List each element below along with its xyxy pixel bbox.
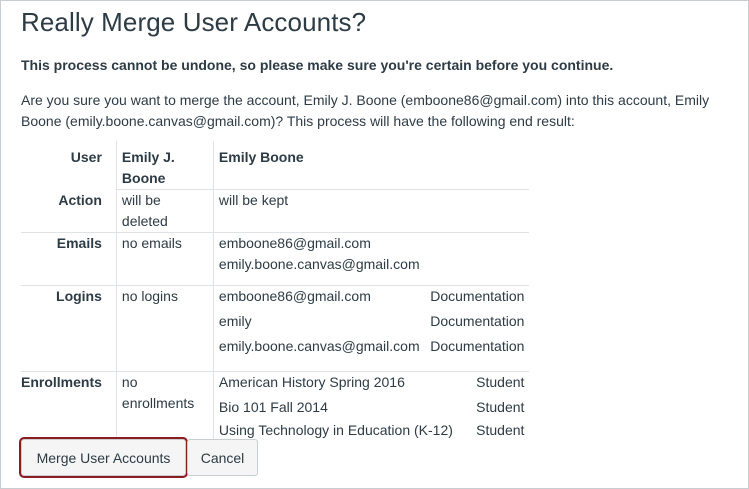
enrollment-item: Bio 101 Fall 2014 Student <box>219 397 525 420</box>
login-name: emily.boone.canvas@gmail.com <box>218 338 420 354</box>
enrollment-role: Student <box>476 399 525 415</box>
login-type: Documentation <box>430 338 525 354</box>
logins-source: no logins <box>115 285 214 372</box>
merge-description: Are you sure you want to merge the accou… <box>21 92 710 129</box>
page-title: Really Merge User Accounts? <box>21 7 367 37</box>
login-name: emboone86@gmail.com <box>218 288 371 304</box>
login-item: emboone86@gmail.com Documentation <box>219 286 525 311</box>
enrollment-course: American History Spring 2016 <box>218 374 405 390</box>
emails-source: no emails <box>115 232 214 286</box>
enrollment-item: Using Technology in Education (K-12) Stu… <box>219 420 525 443</box>
table-row-action: Action will be deleted will be kept <box>21 189 530 233</box>
login-type: Documentation <box>430 313 525 329</box>
table-header-row: User Emily J. Boone Emily Boone <box>21 141 529 190</box>
emails-target: emboone86@gmail.com emily.boone.canvas@g… <box>213 232 530 286</box>
login-item: emily.boone.canvas@gmail.com Documentati… <box>219 336 525 361</box>
email-item: emboone86@gmail.com <box>218 235 371 251</box>
enrollments-target: American History Spring 2016 Student Bio… <box>213 371 530 454</box>
enrollment-role: Student <box>476 422 525 438</box>
merge-summary-table: User Emily J. Boone Emily Boone Action w… <box>21 141 530 454</box>
action-source: will be deleted <box>115 189 214 233</box>
row-label-logins: Logins <box>21 285 117 372</box>
enrollment-item: American History Spring 2016 Student <box>219 372 525 397</box>
cancel-button[interactable]: Cancel <box>187 439 258 476</box>
enrollment-role: Student <box>476 374 525 390</box>
table-row-emails: Emails no emails emboone86@gmail.com emi… <box>21 232 530 286</box>
login-item: emily Documentation <box>219 311 525 336</box>
row-label-action: Action <box>58 191 102 208</box>
enrollment-course: Bio 101 Fall 2014 <box>218 399 328 415</box>
login-name: emily <box>218 313 252 329</box>
logins-target: emboone86@gmail.com Documentation emily … <box>213 285 530 372</box>
merge-user-accounts-button[interactable]: Merge User Accounts <box>21 439 186 476</box>
email-item: emily.boone.canvas@gmail.com <box>218 256 420 272</box>
action-target: will be kept <box>213 189 530 233</box>
table-row-logins: Logins no logins emboone86@gmail.com Doc… <box>21 285 530 372</box>
header-source-account: Emily J. Boone <box>115 141 214 190</box>
header-user: User <box>70 149 102 165</box>
login-type: Documentation <box>430 288 525 304</box>
warning-text: This process cannot be undone, so please… <box>21 57 614 73</box>
row-label-emails: Emails <box>21 232 117 286</box>
header-target-account: Emily Boone <box>218 149 304 165</box>
